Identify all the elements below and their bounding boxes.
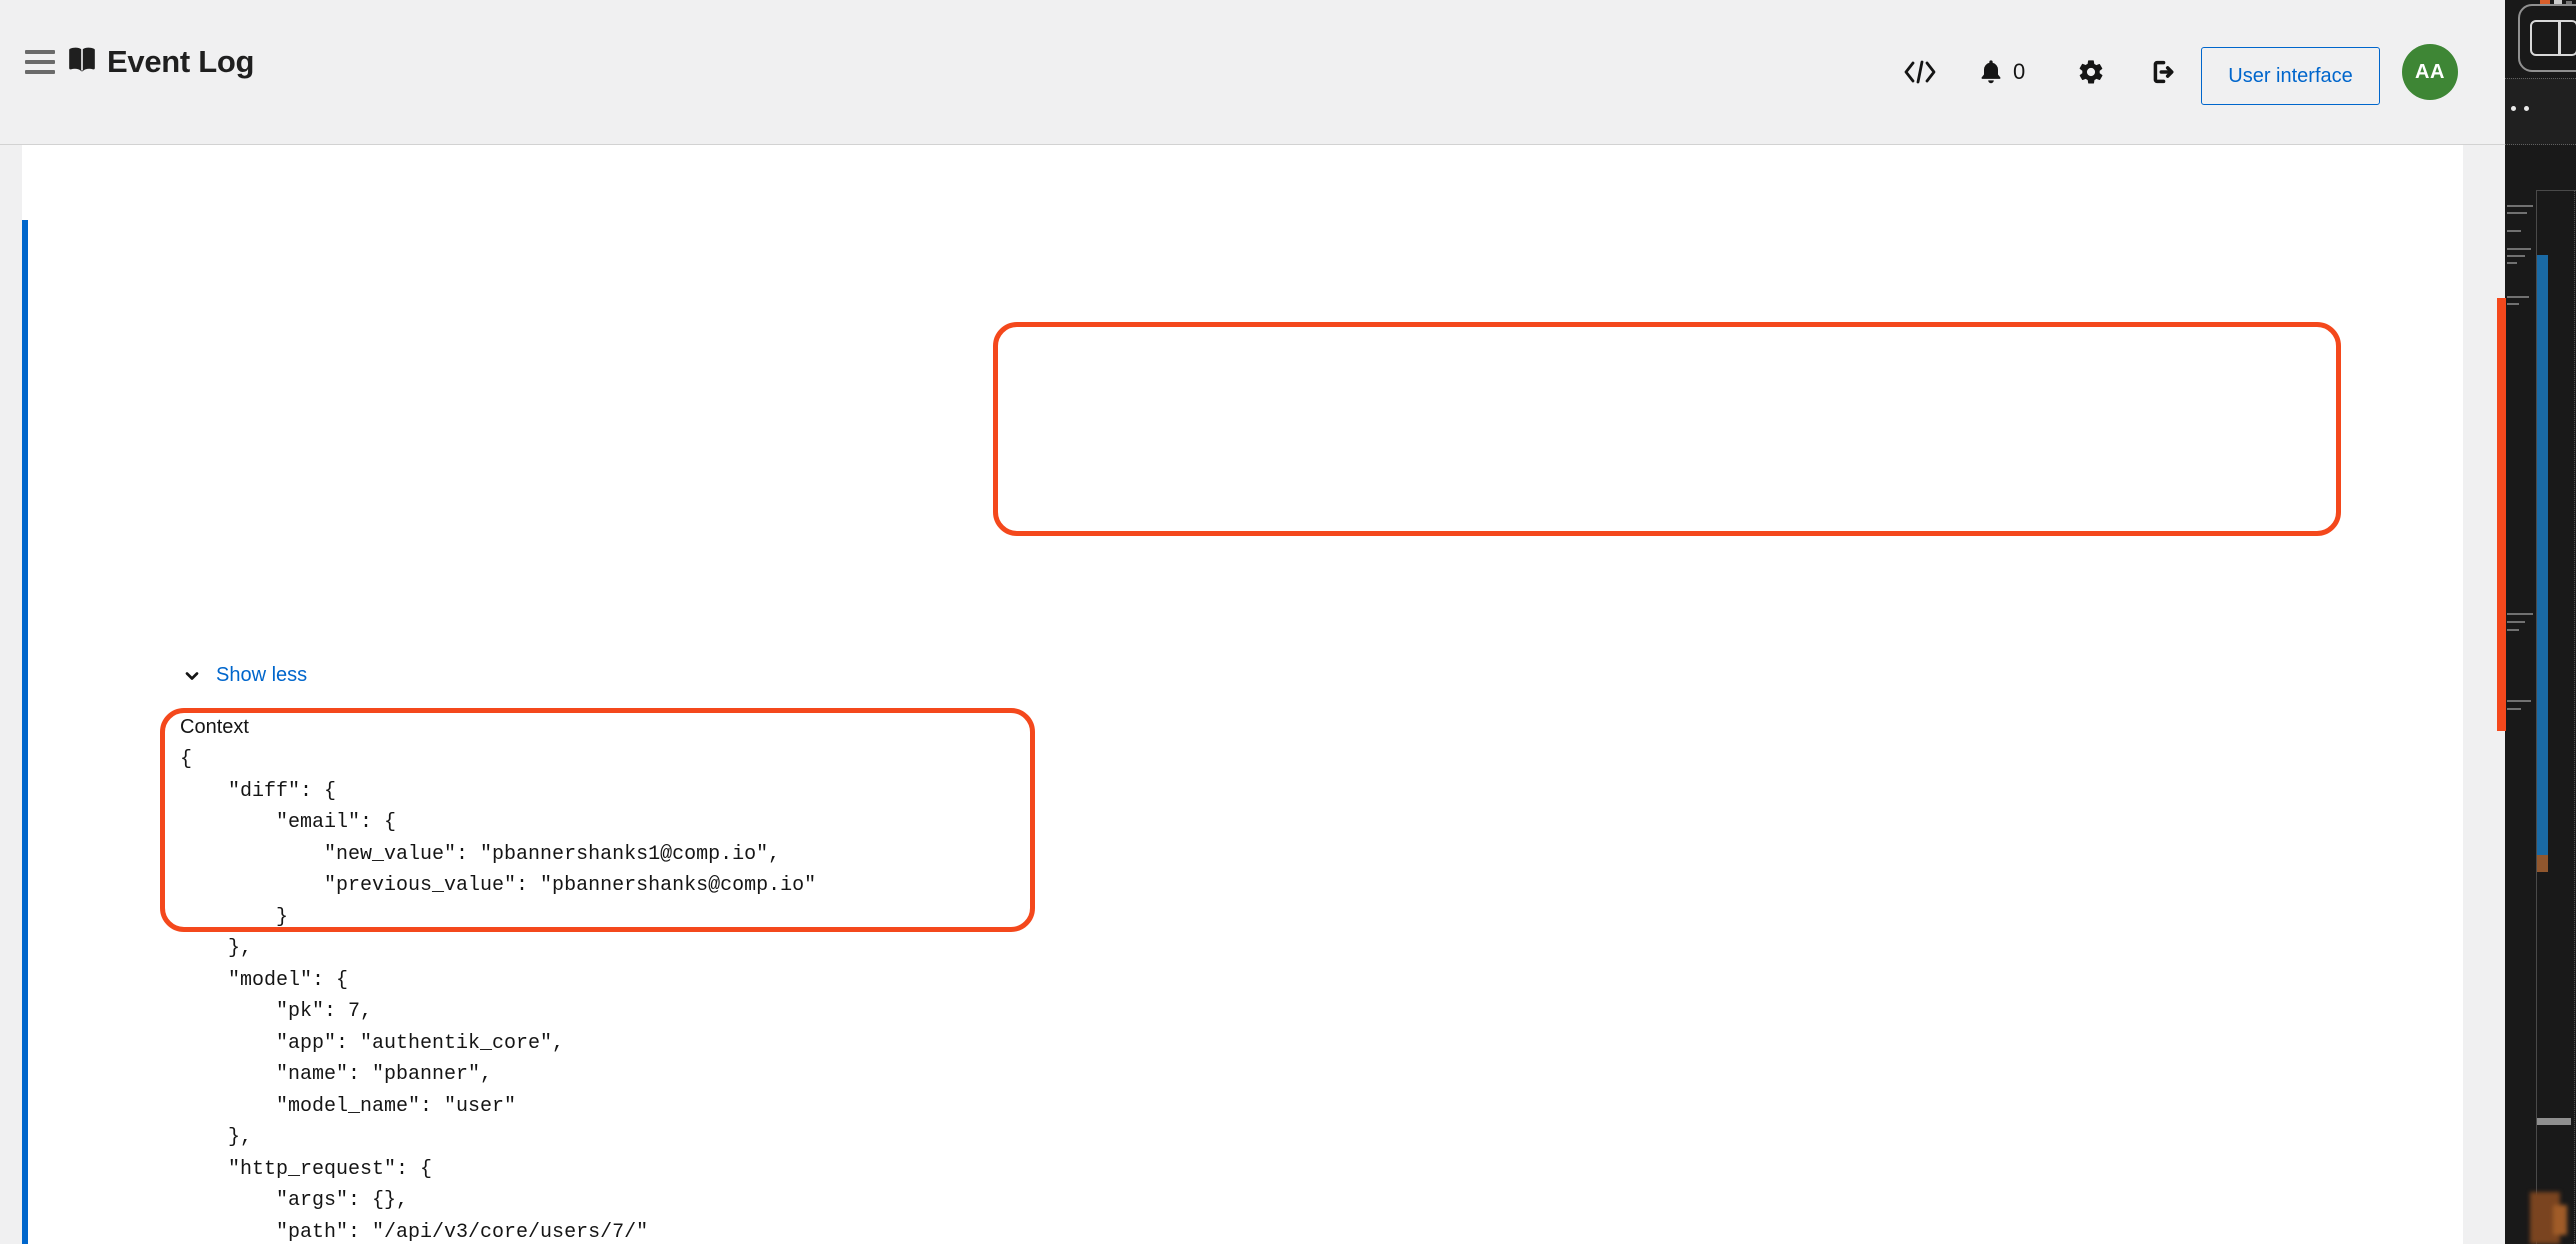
minimap-blue-bar — [2537, 255, 2548, 855]
minimap-text-artifact — [2507, 296, 2529, 298]
minimap-frame — [2536, 190, 2576, 191]
minimap-scroll-mark — [2537, 1118, 2571, 1125]
show-less-link[interactable]: Show less — [216, 664, 307, 687]
event-log-page: Event Log 0 User interface — [0, 0, 2576, 1244]
context-label: Context — [180, 716, 249, 739]
nav-toggle-hamburger-icon[interactable] — [25, 46, 59, 78]
minimap-text-artifact — [2507, 700, 2531, 702]
notifications-bell-icon[interactable] — [1977, 58, 2005, 86]
dot-icon — [2524, 106, 2529, 111]
minimap-bottom-blob — [2553, 1205, 2567, 1235]
expanded-row-indicator — [22, 220, 28, 1244]
avatar[interactable]: AA — [2402, 44, 2458, 100]
minimap-text-artifact — [2507, 248, 2531, 250]
dot-icon — [2511, 106, 2516, 111]
book-logo-icon — [64, 42, 100, 83]
notification-count: 0 — [2013, 59, 2025, 85]
capture-tool-panel — [2505, 0, 2576, 1244]
columns-layout-icon — [2530, 20, 2576, 56]
panel-dotted-band — [2505, 78, 2576, 145]
context-json: { "diff": { "email": { "new_value": "pba… — [180, 744, 816, 1244]
minimap-text-artifact — [2507, 708, 2521, 710]
api-code-icon[interactable] — [1903, 59, 1937, 85]
minimap-text-artifact — [2507, 303, 2519, 305]
app-header: Event Log 0 User interface — [0, 0, 2505, 145]
minimap-text-artifact — [2507, 262, 2517, 264]
settings-gear-icon[interactable] — [2077, 58, 2105, 86]
minimap-text-artifact — [2507, 629, 2519, 631]
minimap-text-artifact — [2507, 205, 2533, 207]
minimap-brown-tip — [2537, 855, 2548, 872]
show-less-chevron-down-icon[interactable] — [182, 666, 202, 686]
minimap-text-artifact — [2507, 230, 2521, 232]
user-interface-button[interactable]: User interface — [2201, 47, 2380, 105]
minimap-text-artifact — [2507, 621, 2525, 623]
minimap-orange-bar — [2497, 298, 2506, 731]
minimap-text-artifact — [2507, 613, 2533, 615]
sign-out-icon[interactable] — [2148, 58, 2178, 86]
minimap-text-artifact — [2507, 212, 2527, 214]
minimap-text-artifact — [2507, 255, 2525, 257]
page-title: Event Log — [107, 44, 254, 80]
